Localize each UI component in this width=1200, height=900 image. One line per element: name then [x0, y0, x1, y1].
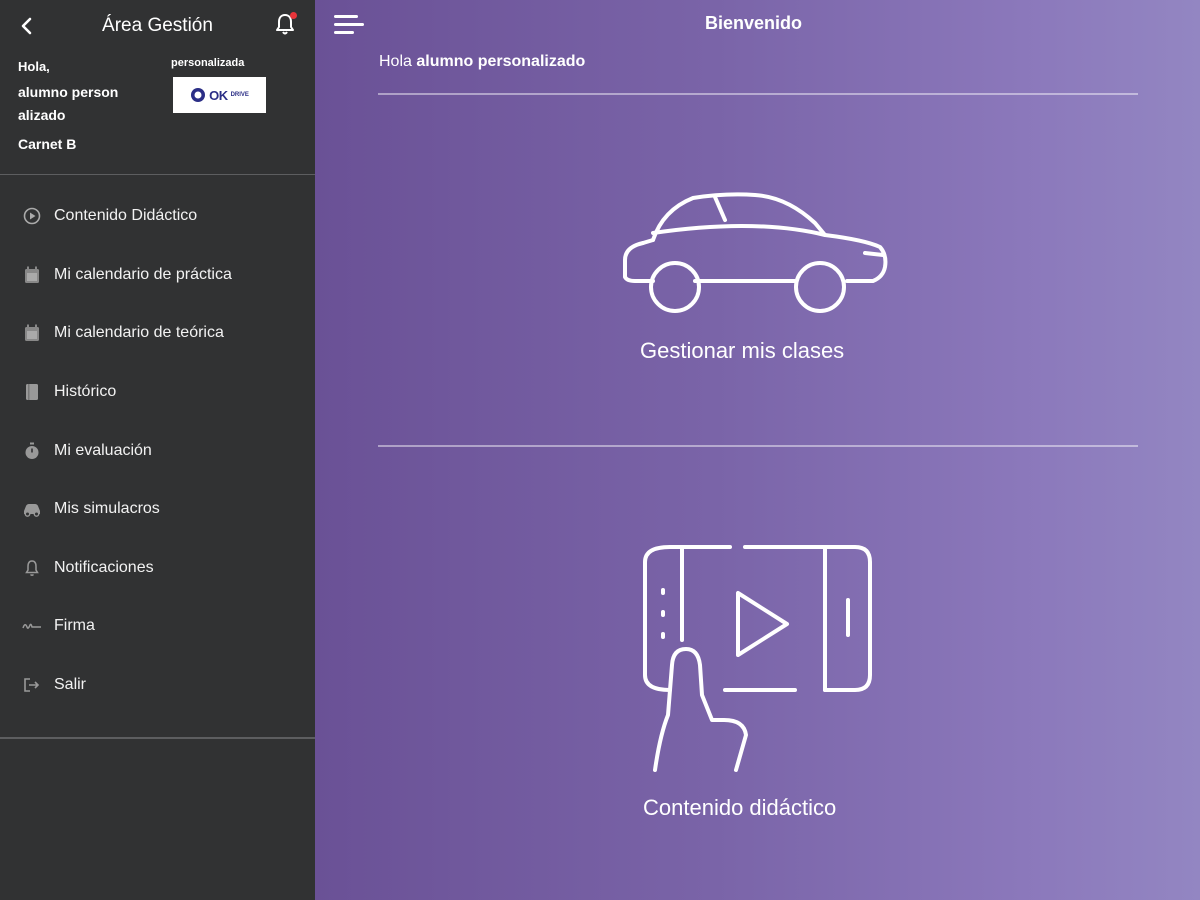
user-info: Hola, alumno person alizado Carnet B per…: [0, 52, 315, 174]
main-content: Bienvenido Hola alumno personalizado Ges…: [315, 0, 1200, 900]
car-icon: [22, 499, 42, 519]
greeting-prefix: Hola: [379, 53, 417, 70]
menu-item-label: Mi calendario de teórica: [54, 324, 224, 342]
menu-item-simulacros[interactable]: Mis simulacros: [0, 480, 315, 539]
stopwatch-icon: [22, 441, 42, 461]
menu-item-label: Notificaciones: [54, 558, 154, 576]
menu-item-evaluacion[interactable]: Mi evaluación: [0, 421, 315, 480]
menu-item-label: Contenido Didáctico: [54, 207, 198, 225]
menu-item-label: Firma: [54, 617, 95, 635]
notification-dot: [290, 12, 297, 19]
menu-item-label: Mis simulacros: [54, 500, 160, 518]
menu-item-contenido-didactico[interactable]: Contenido Didáctico: [0, 187, 315, 246]
contenido-didactico-card[interactable]: Contenido didáctico: [640, 545, 880, 830]
license-type: Carnet B: [18, 136, 77, 152]
section-divider: [378, 93, 1138, 95]
sidebar-title: Área Gestión: [102, 15, 213, 36]
play-circle-icon: [22, 206, 42, 226]
school-logo: OK DRIVE: [173, 77, 266, 113]
greeting: Hola,: [18, 59, 50, 74]
menu-item-label: Mi evaluación: [54, 441, 152, 459]
logo-mark-icon: [191, 88, 206, 102]
menu-item-label: Histórico: [54, 383, 117, 401]
welcome-greeting: Hola alumno personalizado: [379, 53, 585, 71]
menu-item-firma[interactable]: Firma: [0, 597, 315, 656]
sidebar: Área Gestión Hola, alumno person alizado…: [0, 0, 315, 900]
page-title: Bienvenido: [705, 13, 803, 33]
tablet-video-icon: [643, 545, 872, 772]
card-label: Contenido didáctico: [643, 795, 837, 820]
book-icon: [22, 382, 42, 402]
logo-subtext: DRIVE: [230, 92, 249, 98]
sidebar-header: Área Gestión: [0, 0, 315, 52]
sidebar-menu: Contenido Didáctico Mi calendario de prá…: [0, 175, 315, 714]
menu-item-historico[interactable]: Histórico: [0, 363, 315, 422]
calendar-icon: [22, 265, 42, 285]
menu-item-salir[interactable]: Salir: [0, 656, 315, 715]
menu-item-calendario-teorica[interactable]: Mi calendario de teórica: [0, 304, 315, 363]
signature-icon: [22, 616, 42, 636]
menu-item-notificaciones[interactable]: Notificaciones: [0, 539, 315, 598]
greeting-name: alumno personalizado: [416, 53, 586, 70]
gestionar-clases-card[interactable]: Gestionar mis clases: [615, 185, 915, 385]
section-divider: [378, 445, 1138, 447]
logo-caption: personalizada: [171, 57, 245, 69]
hamburger-line: [334, 23, 364, 26]
menu-item-label: Salir: [54, 676, 87, 694]
user-name: alumno person alizado: [18, 84, 119, 123]
bell-icon: [22, 558, 42, 578]
sidebar-bottom-divider: [0, 737, 315, 739]
logout-icon: [22, 675, 42, 695]
logo-text: OK: [209, 87, 228, 103]
menu-item-calendario-practica[interactable]: Mi calendario de práctica: [0, 246, 315, 305]
hamburger-line: [334, 31, 354, 34]
car-outline-icon: [623, 192, 888, 313]
notifications-button[interactable]: [274, 12, 298, 38]
hamburger-line: [334, 15, 358, 18]
menu-toggle-button[interactable]: [334, 13, 364, 35]
card-label: Gestionar mis clases: [640, 338, 845, 363]
calendar-icon: [22, 323, 42, 343]
menu-item-label: Mi calendario de práctica: [54, 265, 232, 283]
